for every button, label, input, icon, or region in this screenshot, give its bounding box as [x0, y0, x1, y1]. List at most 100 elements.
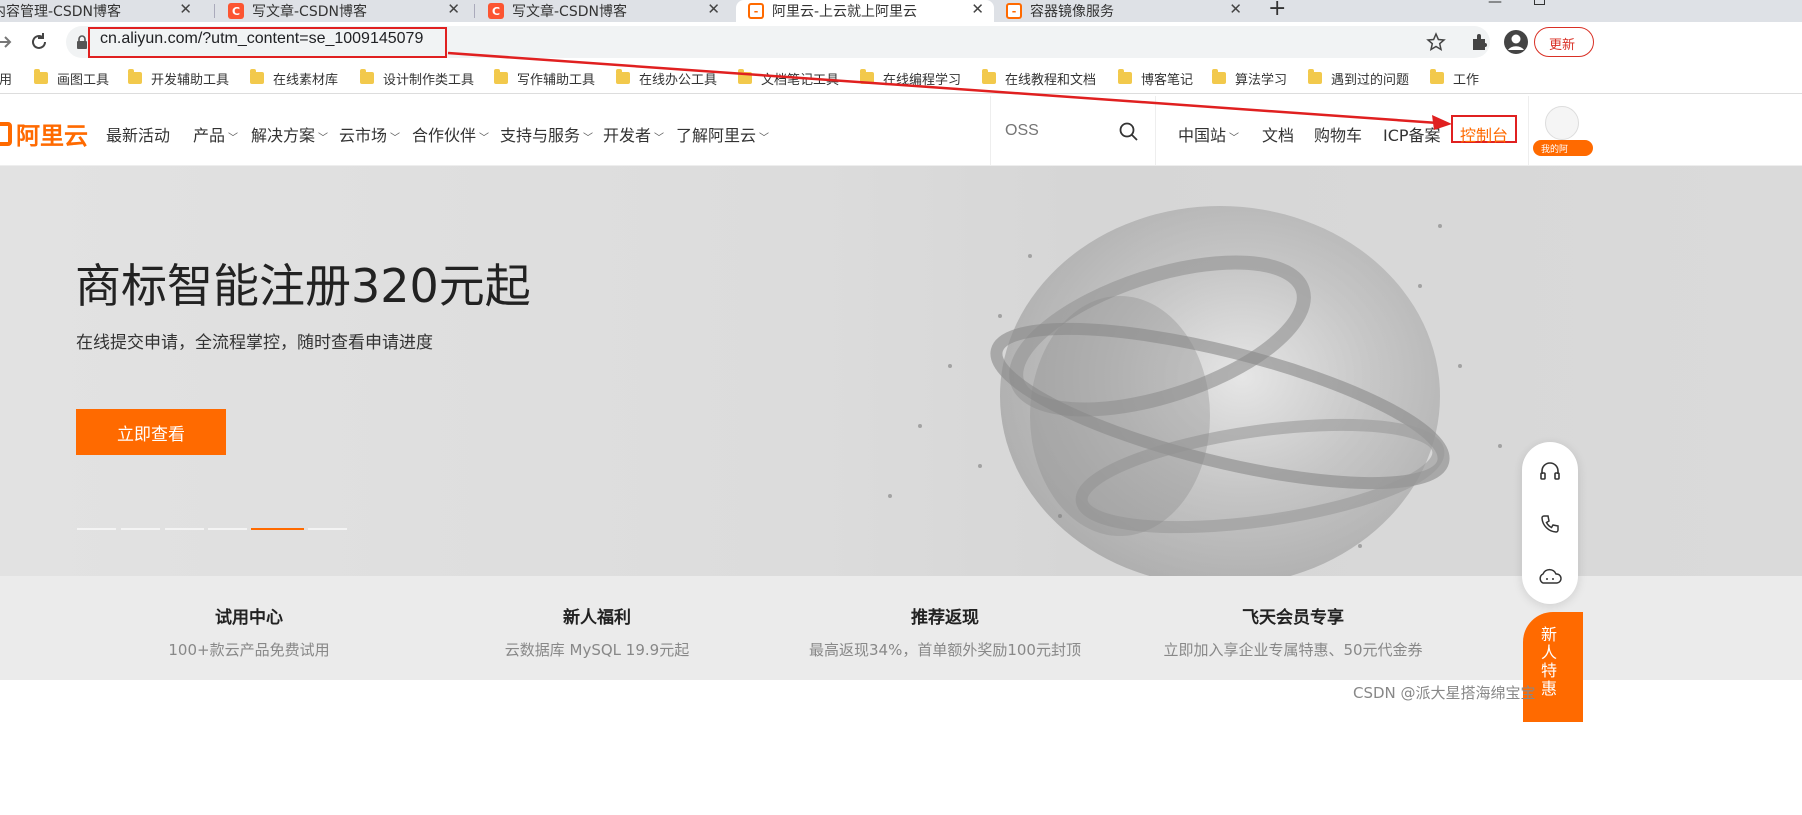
- logo-text: 阿里云: [16, 122, 88, 150]
- bookmark-folder[interactable]: 遇到过的问题: [1308, 68, 1409, 88]
- minimize-icon[interactable]: —: [1488, 0, 1502, 10]
- carousel-dot[interactable]: [165, 528, 204, 530]
- carousel-dot-active[interactable]: [251, 528, 304, 530]
- bookmark-folder[interactable]: 工作: [1430, 68, 1479, 88]
- folder-icon: [1212, 68, 1226, 84]
- forward-icon[interactable]: [0, 33, 14, 51]
- nav-partners[interactable]: 合作伙伴 ﹀: [412, 122, 489, 146]
- nav-support[interactable]: 支持与服务 ﹀: [500, 122, 593, 146]
- phone-icon[interactable]: [1539, 513, 1561, 535]
- close-icon[interactable]: ✕: [179, 0, 192, 18]
- nav-cart[interactable]: 购物车: [1314, 122, 1362, 146]
- star-icon[interactable]: [1426, 32, 1446, 52]
- folder-icon: [1430, 68, 1444, 84]
- tab-write-article-1[interactable]: C 写文章-CSDN博客 ✕: [228, 0, 470, 22]
- bookmark-folder[interactable]: 画图工具: [34, 68, 109, 88]
- nav-marketplace[interactable]: 云市场 ﹀: [339, 122, 400, 146]
- lock-icon[interactable]: [76, 35, 88, 49]
- chevron-down-icon: ﹀: [759, 133, 770, 144]
- csdn-icon: C: [228, 3, 244, 19]
- close-icon[interactable]: ✕: [971, 0, 984, 18]
- bookmark-folder[interactable]: 博客笔记: [1118, 68, 1193, 88]
- nav-developers[interactable]: 开发者 ﹀: [603, 122, 664, 146]
- bookmark-folder[interactable]: 在线办公工具: [616, 68, 717, 88]
- nav-products[interactable]: 产品 ﹀: [193, 122, 238, 146]
- nav-label: 解决方案: [251, 126, 316, 145]
- carousel-dot[interactable]: [121, 528, 160, 530]
- feature-title: 飞天会员专享: [1242, 608, 1344, 628]
- feature-trial-center[interactable]: 试用中心 100+款云产品免费试用: [69, 603, 429, 660]
- sphere-illustration: [888, 206, 1502, 576]
- folder-icon: [1308, 68, 1322, 84]
- feature-referral-cashback[interactable]: 推荐返现 最高返现34%，首单额外奖励100元封顶: [765, 603, 1125, 660]
- nav-label: 开发者: [603, 126, 652, 145]
- aliyun-logo[interactable]: 阿里云: [0, 116, 88, 151]
- bookmark-label: 开发辅助工具: [151, 73, 230, 88]
- bookmark-label: 设计制作类工具: [383, 73, 475, 88]
- bookmark-folder[interactable]: 设计制作类工具: [360, 68, 475, 88]
- nav-about[interactable]: 了解阿里云 ﹀: [676, 122, 769, 146]
- close-icon[interactable]: ✕: [447, 0, 460, 18]
- bookmark-folder[interactable]: 算法学习: [1212, 68, 1288, 88]
- search-icon[interactable]: [1119, 122, 1139, 142]
- nav-solutions[interactable]: 解决方案 ﹀: [251, 122, 328, 146]
- close-icon[interactable]: ✕: [707, 0, 720, 18]
- bookmark-label: 算法学习: [1235, 73, 1288, 88]
- tab-write-article-2[interactable]: C 写文章-CSDN博客 ✕: [488, 0, 730, 22]
- my-aliyun-badge[interactable]: 我的阿: [1533, 140, 1593, 156]
- update-button[interactable]: 更新: [1534, 27, 1594, 57]
- tab-content-management[interactable]: 内容管理-CSDN博客 ✕: [0, 0, 202, 22]
- chevron-down-icon: ﹀: [228, 133, 239, 144]
- bookmark-label: 在线教程和文档: [1005, 73, 1097, 88]
- tab-title: 写文章-CSDN博客: [512, 4, 627, 20]
- reload-icon[interactable]: [29, 32, 49, 52]
- cloud-chat-icon[interactable]: [1537, 566, 1563, 588]
- bookmark-apps[interactable]: 应用: [0, 69, 12, 88]
- feature-desc: 立即加入享企业专属特惠、50元代金券: [1163, 641, 1423, 659]
- tab-title: 阿里云-上云就上阿里云: [772, 4, 918, 20]
- feature-newbie-benefits[interactable]: 新人福利 云数据库 MySQL 19.9元起: [417, 603, 777, 660]
- bookmark-folder[interactable]: 在线教程和文档: [982, 68, 1097, 88]
- carousel-dot[interactable]: [308, 528, 347, 530]
- feature-membership[interactable]: 飞天会员专享 立即加入享企业专属特惠、50元代金券: [1113, 603, 1473, 660]
- carousel-dot[interactable]: [208, 528, 247, 530]
- tab-container-registry[interactable]: - 容器镜像服务 ✕: [1006, 0, 1252, 22]
- bookmark-folder[interactable]: 在线编程学习: [860, 68, 961, 88]
- bookmark-folder[interactable]: 开发辅助工具: [128, 68, 230, 88]
- nav-region[interactable]: 中国站 ﹀: [1178, 122, 1239, 146]
- user-area[interactable]: 我的阿: [1528, 96, 1593, 166]
- nav-label: 了解阿里云: [676, 126, 757, 145]
- bookmark-folder[interactable]: 在线素材库: [250, 68, 338, 88]
- folder-icon: [34, 68, 48, 84]
- nav-console[interactable]: 控制台: [1460, 122, 1508, 146]
- url-highlight-box: [88, 27, 447, 58]
- maximize-icon[interactable]: [1534, 0, 1545, 5]
- carousel-dot[interactable]: [77, 528, 116, 530]
- folder-icon: [128, 68, 142, 84]
- bookmark-folder[interactable]: 文档笔记工具: [738, 68, 839, 88]
- new-tab-button[interactable]: +: [1268, 0, 1286, 21]
- folder-icon: [738, 68, 752, 84]
- nav-label: 中国站: [1178, 126, 1227, 145]
- nav-label: ICP备案: [1383, 126, 1441, 145]
- nav-icp[interactable]: ICP备案: [1383, 122, 1441, 146]
- search-box[interactable]: [990, 96, 1156, 166]
- feature-title: 新人福利: [563, 608, 631, 628]
- tab-aliyun[interactable]: - 阿里云-上云就上阿里云 ✕: [736, 0, 994, 22]
- chevron-down-icon: ﹀: [1229, 133, 1240, 144]
- avatar[interactable]: [1545, 106, 1579, 140]
- tab-strip: 内容管理-CSDN博客 ✕ C 写文章-CSDN博客 ✕ C 写文章-CSDN博…: [0, 0, 1802, 22]
- newbie-offer-tab[interactable]: 新人特惠: [1523, 612, 1583, 722]
- headset-icon[interactable]: [1538, 460, 1562, 484]
- chevron-down-icon: ﹀: [318, 133, 329, 144]
- view-now-button[interactable]: 立即查看: [76, 409, 226, 455]
- nav-docs[interactable]: 文档: [1262, 122, 1294, 146]
- nav-latest[interactable]: 最新活动: [106, 122, 170, 146]
- extensions-icon[interactable]: [1470, 32, 1490, 52]
- search-input[interactable]: [1005, 118, 1115, 144]
- folder-icon: [1118, 68, 1132, 84]
- close-icon[interactable]: ✕: [1229, 0, 1242, 18]
- profile-icon[interactable]: [1503, 29, 1529, 55]
- bookmark-folder[interactable]: 写作辅助工具: [494, 68, 595, 88]
- nav-label: 控制台: [1460, 126, 1509, 145]
